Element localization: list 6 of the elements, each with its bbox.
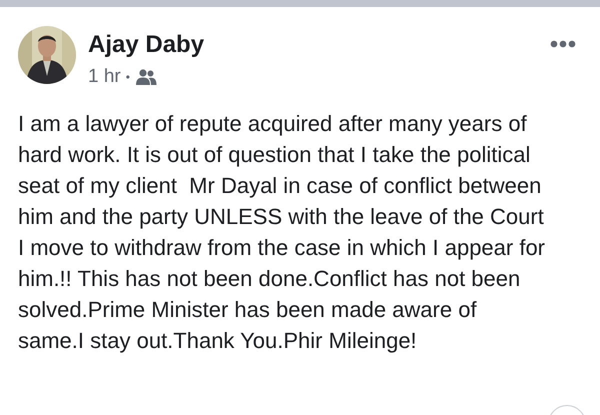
people-icon xyxy=(134,69,157,85)
post-time[interactable]: 1 hr xyxy=(88,66,121,88)
more-options-icon[interactable] xyxy=(550,40,576,48)
post-text: I am a lawyer of repute acquired after many years of hard work. It is out of question that I take the political seat of my client Mr Dayal in case of conflict between him and the party UNLESS with the leave of the Court I move to withdraw from the case in which I appear for him.!! This has not been done.Conflict has not been solved.Prime Minister has been made aware of same.I stay out.Thank You.Phir Mileinge! xyxy=(17,110,546,355)
separator-dot: • xyxy=(126,69,130,86)
author-name[interactable]: Ajay Daby xyxy=(88,31,538,59)
